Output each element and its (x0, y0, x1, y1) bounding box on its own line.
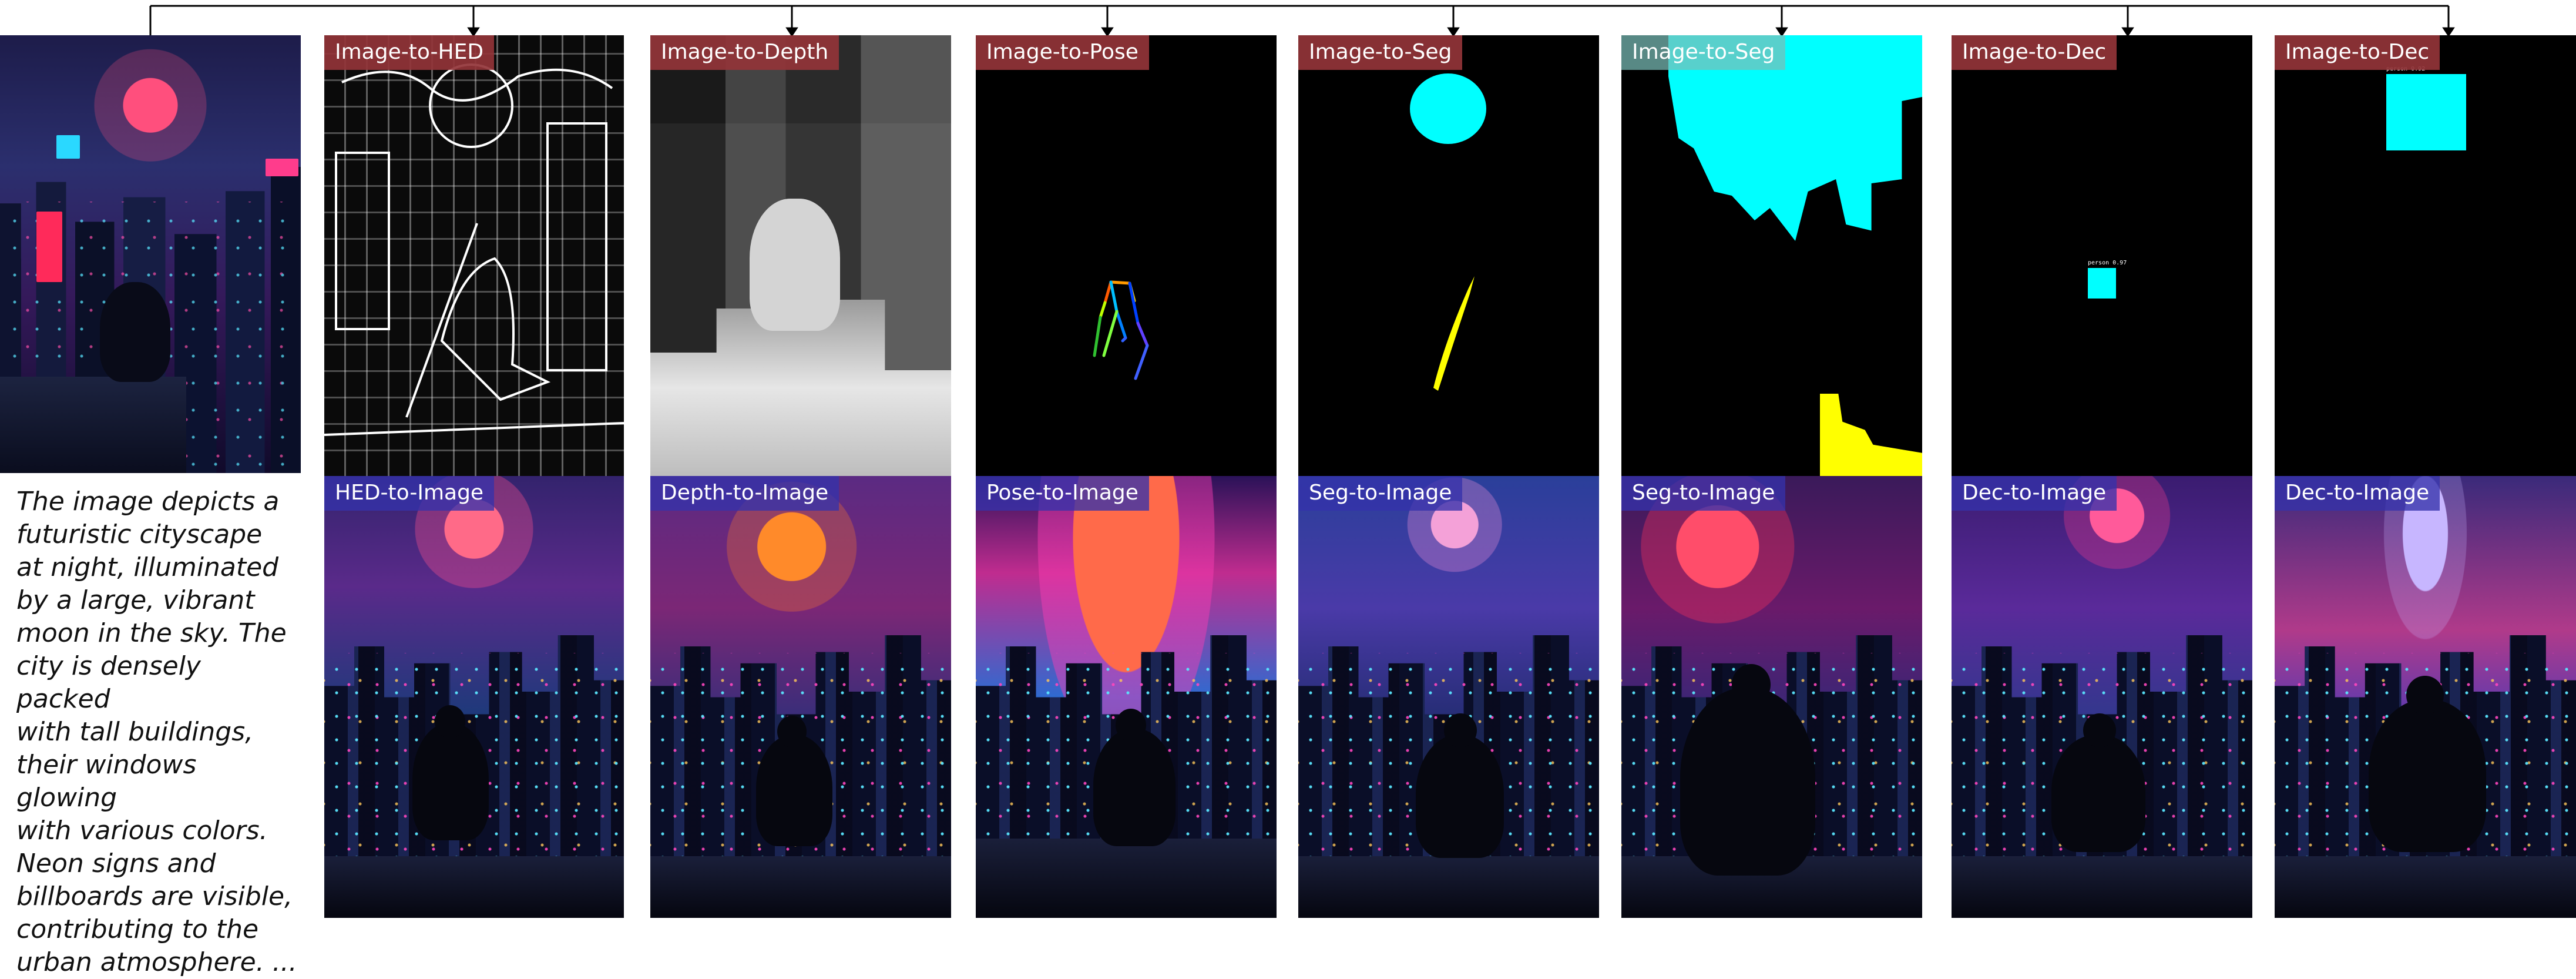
generated-image-depth: Depth-to-Image (650, 476, 951, 918)
generated-image-seg-1: Seg-to-Image (1298, 476, 1599, 918)
generated-figure-head (1732, 664, 1771, 705)
label-image-to-seg-2: Image-to-Seg (1621, 35, 1786, 71)
generated-ledge (1952, 856, 2252, 918)
generated-figure-head (2406, 676, 2444, 715)
generated-figure-head (435, 705, 465, 738)
source-image (0, 35, 301, 473)
generated-ledge (324, 856, 624, 918)
detection-map-large: person 0.92 Image-to-Dec (2275, 35, 2576, 476)
seg-mask-sword (1433, 276, 1475, 391)
neon-sign (36, 212, 62, 282)
generated-figure (756, 735, 832, 846)
label-image-to-depth: Image-to-Depth (650, 35, 839, 71)
generated-image-hed: HED-to-Image (324, 476, 624, 918)
generated-image-dec-2: Dec-to-Image (2275, 476, 2576, 918)
generated-figure-head (1444, 713, 1477, 747)
generated-figure-head (1116, 709, 1146, 742)
neon-sign (56, 135, 80, 159)
detection-box (2088, 268, 2116, 299)
depth-figure (749, 198, 840, 331)
neon-sign (266, 159, 298, 176)
label-dec-to-image-1: Dec-to-Image (1952, 476, 2117, 511)
seg-mask-ledge (1820, 394, 1922, 476)
label-hed-to-image: HED-to-Image (324, 476, 495, 511)
generated-figure (1416, 735, 1504, 858)
label-depth-to-image: Depth-to-Image (650, 476, 839, 511)
seg-map-buildings: Image-to-Seg (1621, 35, 1922, 476)
generated-figure (412, 723, 489, 840)
label-seg-to-image-2: Seg-to-Image (1621, 476, 1786, 511)
hed-edge-map: Image-to-HED (324, 35, 624, 476)
label-image-to-dec-2: Image-to-Dec (2275, 35, 2440, 71)
label-image-to-seg-1: Image-to-Seg (1298, 35, 1463, 71)
generated-ledge (650, 856, 951, 918)
generated-figure (2051, 735, 2145, 852)
label-image-to-pose: Image-to-Pose (976, 35, 1149, 71)
generated-ledge (976, 838, 1277, 918)
depth-map: Image-to-Depth (650, 35, 951, 476)
label-image-to-hed: Image-to-HED (324, 35, 495, 71)
label-seg-to-image-1: Seg-to-Image (1298, 476, 1463, 511)
label-dec-to-image-2: Dec-to-Image (2275, 476, 2440, 511)
detection-box (2386, 74, 2466, 150)
seg-map-moon-sword: Image-to-Seg (1298, 35, 1599, 476)
pose-skeleton (1093, 280, 1149, 380)
pose-map: Image-to-Pose (976, 35, 1277, 476)
generated-image-dec-1: Dec-to-Image (1952, 476, 2252, 918)
image-caption: The image depicts a futuristic cityscape… (16, 487, 297, 977)
rooftop (0, 377, 187, 473)
generated-image-seg-2: Seg-to-Image (1621, 476, 1922, 918)
generated-figure-head (777, 716, 807, 747)
generated-ledge (2275, 856, 2576, 918)
generated-figure (1093, 729, 1176, 846)
label-image-to-dec-1: Image-to-Dec (1952, 35, 2117, 71)
generated-figure (2369, 699, 2486, 852)
detection-map-small: person 0.97 Image-to-Dec (1952, 35, 2252, 476)
generated-figure (1680, 688, 1815, 876)
hed-edge-lines (324, 63, 624, 436)
figure-silhouette (100, 282, 170, 382)
generated-image-pose: Pose-to-Image (976, 476, 1277, 918)
generated-figure-head (2083, 713, 2116, 747)
detection-tag: person 0.97 (2088, 260, 2127, 266)
label-pose-to-image: Pose-to-Image (976, 476, 1149, 511)
generated-ledge (1298, 856, 1599, 918)
